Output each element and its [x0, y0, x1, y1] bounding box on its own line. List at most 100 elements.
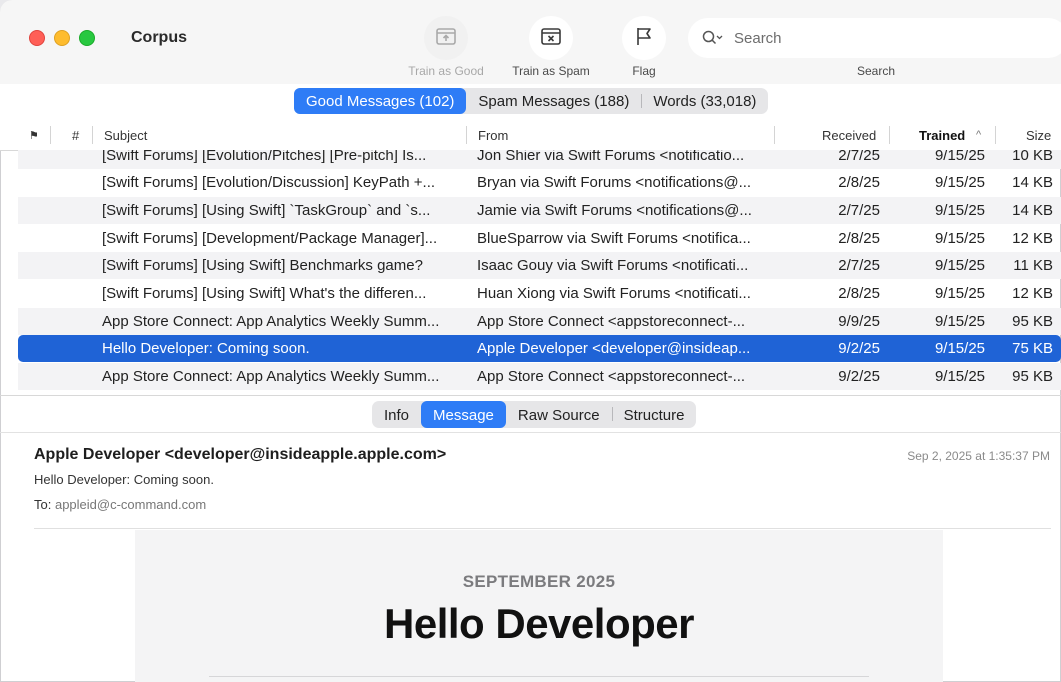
row-from: Jamie via Swift Forums <notifications@..…: [477, 202, 752, 219]
to-label: To:: [34, 497, 52, 512]
train-as-good-button[interactable]: [424, 16, 468, 60]
email-rule: [209, 676, 869, 677]
row-from: App Store Connect <appstoreconnect-...: [477, 368, 746, 385]
message-date: Sep 2, 2025 at 1:35:37 PM: [907, 449, 1050, 463]
sort-ascending-icon: ^: [976, 129, 982, 141]
flag-button[interactable]: [622, 16, 666, 60]
row-received: 2/7/25: [838, 257, 880, 274]
number-column-header[interactable]: #: [72, 128, 79, 143]
corpus-window: Corpus Train as Good Train as Spam Flag …: [0, 0, 1061, 682]
row-subject: [Swift Forums] [Development/Package Mana…: [102, 230, 438, 247]
row-trained: 9/15/25: [934, 202, 985, 219]
search-label: Search: [856, 64, 896, 78]
row-size: 14 KB: [1012, 202, 1053, 219]
from-column-header[interactable]: From: [478, 128, 508, 143]
row-size: 12 KB: [1012, 285, 1053, 302]
row-subject: [Swift Forums] [Using Swift] `TaskGroup`…: [102, 202, 431, 219]
table-row[interactable]: App Store Connect: App Analytics Weekly …: [18, 308, 1061, 335]
row-size: 14 KB: [1012, 174, 1053, 191]
flag-label: Flag: [632, 64, 656, 78]
table-row[interactable]: [Swift Forums] [Evolution/Discussion] Ke…: [18, 169, 1061, 196]
table-header: ⚑ # Subject From Received Trained ^ Size: [0, 120, 1061, 151]
close-window-button[interactable]: [29, 30, 45, 46]
zoom-window-button[interactable]: [79, 30, 95, 46]
tray-x-icon: [540, 26, 562, 51]
row-from: Isaac Gouy via Swift Forums <notificati.…: [477, 257, 749, 274]
row-trained: 9/15/25: [934, 174, 985, 191]
size-column-header[interactable]: Size: [1026, 128, 1051, 143]
row-received: 2/7/25: [838, 202, 880, 219]
row-size: 95 KB: [1012, 313, 1053, 330]
row-trained: 9/15/25: [934, 340, 985, 357]
row-subject: [Swift Forums] [Using Swift] What's the …: [102, 285, 427, 302]
row-subject: [Swift Forums] [Evolution/Discussion] Ke…: [102, 174, 436, 191]
tab-words[interactable]: Words (33,018): [641, 88, 768, 114]
row-trained: 9/15/25: [934, 285, 985, 302]
trained-column-header[interactable]: Trained: [919, 128, 965, 143]
subject-column-header[interactable]: Subject: [104, 128, 147, 143]
table-row-selected[interactable]: Hello Developer: Coming soon. Apple Deve…: [18, 335, 1061, 362]
row-received: 9/9/25: [838, 313, 880, 330]
tab-message[interactable]: Message: [421, 401, 506, 428]
list-divider: [0, 395, 1061, 396]
row-from: Apple Developer <developer@insideap...: [477, 340, 751, 357]
window-title: Corpus: [131, 29, 187, 46]
train-as-spam-label: Train as Spam: [512, 64, 590, 78]
to-address[interactable]: appleid@c-command.com: [55, 497, 206, 512]
row-received: 2/8/25: [838, 174, 880, 191]
row-from: Bryan via Swift Forums <notifications@..…: [477, 174, 752, 191]
email-body: SEPTEMBER 2025 Hello Developer: [135, 530, 943, 682]
tab-info[interactable]: Info: [372, 401, 421, 428]
search-field[interactable]: [688, 18, 1061, 58]
table-row[interactable]: [Swift Forums] [Development/Package Mana…: [18, 225, 1061, 252]
message-sender: Apple Developer <developer@insideapple.a…: [34, 446, 447, 463]
tab-good-messages[interactable]: Good Messages (102): [294, 88, 467, 114]
table-row[interactable]: [Swift Forums] [Evolution/Pitches] [Pre-…: [18, 150, 1061, 169]
row-received: 2/8/25: [838, 285, 880, 302]
row-from: Huan Xiong via Swift Forums <notificati.…: [477, 285, 751, 302]
table-row[interactable]: [Swift Forums] [Using Swift] `TaskGroup`…: [18, 197, 1061, 224]
tab-structure[interactable]: Structure: [611, 401, 697, 428]
segment-bar: Good Messages (102) Spam Messages (188) …: [0, 84, 1061, 120]
flag-icon: [634, 26, 654, 51]
row-trained: 9/15/25: [934, 313, 985, 330]
received-column-header[interactable]: Received: [822, 128, 876, 143]
row-subject: App Store Connect: App Analytics Weekly …: [102, 368, 440, 385]
row-from: BlueSparrow via Swift Forums <notifica..…: [477, 230, 751, 247]
row-trained: 9/15/25: [934, 368, 985, 385]
toolbar: Corpus Train as Good Train as Spam Flag …: [0, 0, 1061, 85]
search-icon: [702, 30, 724, 46]
flag-column-header[interactable]: ⚑: [29, 129, 39, 142]
tab-divider: [0, 432, 1061, 433]
email-title: Hello Developer: [384, 600, 694, 647]
row-size: 10 KB: [1012, 150, 1053, 164]
minimize-window-button[interactable]: [54, 30, 70, 46]
corpus-segmented-control: Good Messages (102) Spam Messages (188) …: [294, 88, 769, 114]
row-received: 2/7/25: [838, 150, 880, 164]
row-trained: 9/15/25: [934, 257, 985, 274]
table-row[interactable]: [Swift Forums] [Using Swift] What's the …: [18, 280, 1061, 307]
detail-tab-control: Info Message Raw Source Structure: [372, 401, 697, 428]
row-from: App Store Connect <appstoreconnect-...: [477, 313, 746, 330]
train-as-spam-button[interactable]: [529, 16, 573, 60]
row-trained: 9/15/25: [934, 230, 985, 247]
row-subject: [Swift Forums] [Evolution/Pitches] [Pre-…: [102, 150, 427, 164]
table-row[interactable]: [Swift Forums] [Using Swift] Benchmarks …: [18, 252, 1061, 279]
row-size: 11 KB: [1013, 257, 1053, 274]
message-subject: Hello Developer: Coming soon.: [34, 472, 214, 487]
row-subject: [Swift Forums] [Using Swift] Benchmarks …: [102, 257, 423, 274]
row-size: 95 KB: [1012, 368, 1053, 385]
search-input[interactable]: [732, 28, 1036, 48]
tab-spam-messages[interactable]: Spam Messages (188): [466, 88, 641, 114]
header-divider: [34, 528, 1051, 529]
email-month-heading: SEPTEMBER 2025: [462, 572, 616, 591]
train-as-good-label: Train as Good: [408, 64, 484, 78]
table-row[interactable]: App Store Connect: App Analytics Weekly …: [18, 363, 1061, 390]
row-size: 12 KB: [1012, 230, 1053, 247]
message-list: [Swift Forums] [Evolution/Pitches] [Pre-…: [0, 150, 1061, 390]
tray-up-icon: [435, 26, 457, 51]
row-received: 2/8/25: [838, 230, 880, 247]
row-from: Jon Shier via Swift Forums <notificatio.…: [477, 150, 745, 164]
row-received: 9/2/25: [838, 368, 880, 385]
tab-raw-source[interactable]: Raw Source: [506, 401, 612, 428]
